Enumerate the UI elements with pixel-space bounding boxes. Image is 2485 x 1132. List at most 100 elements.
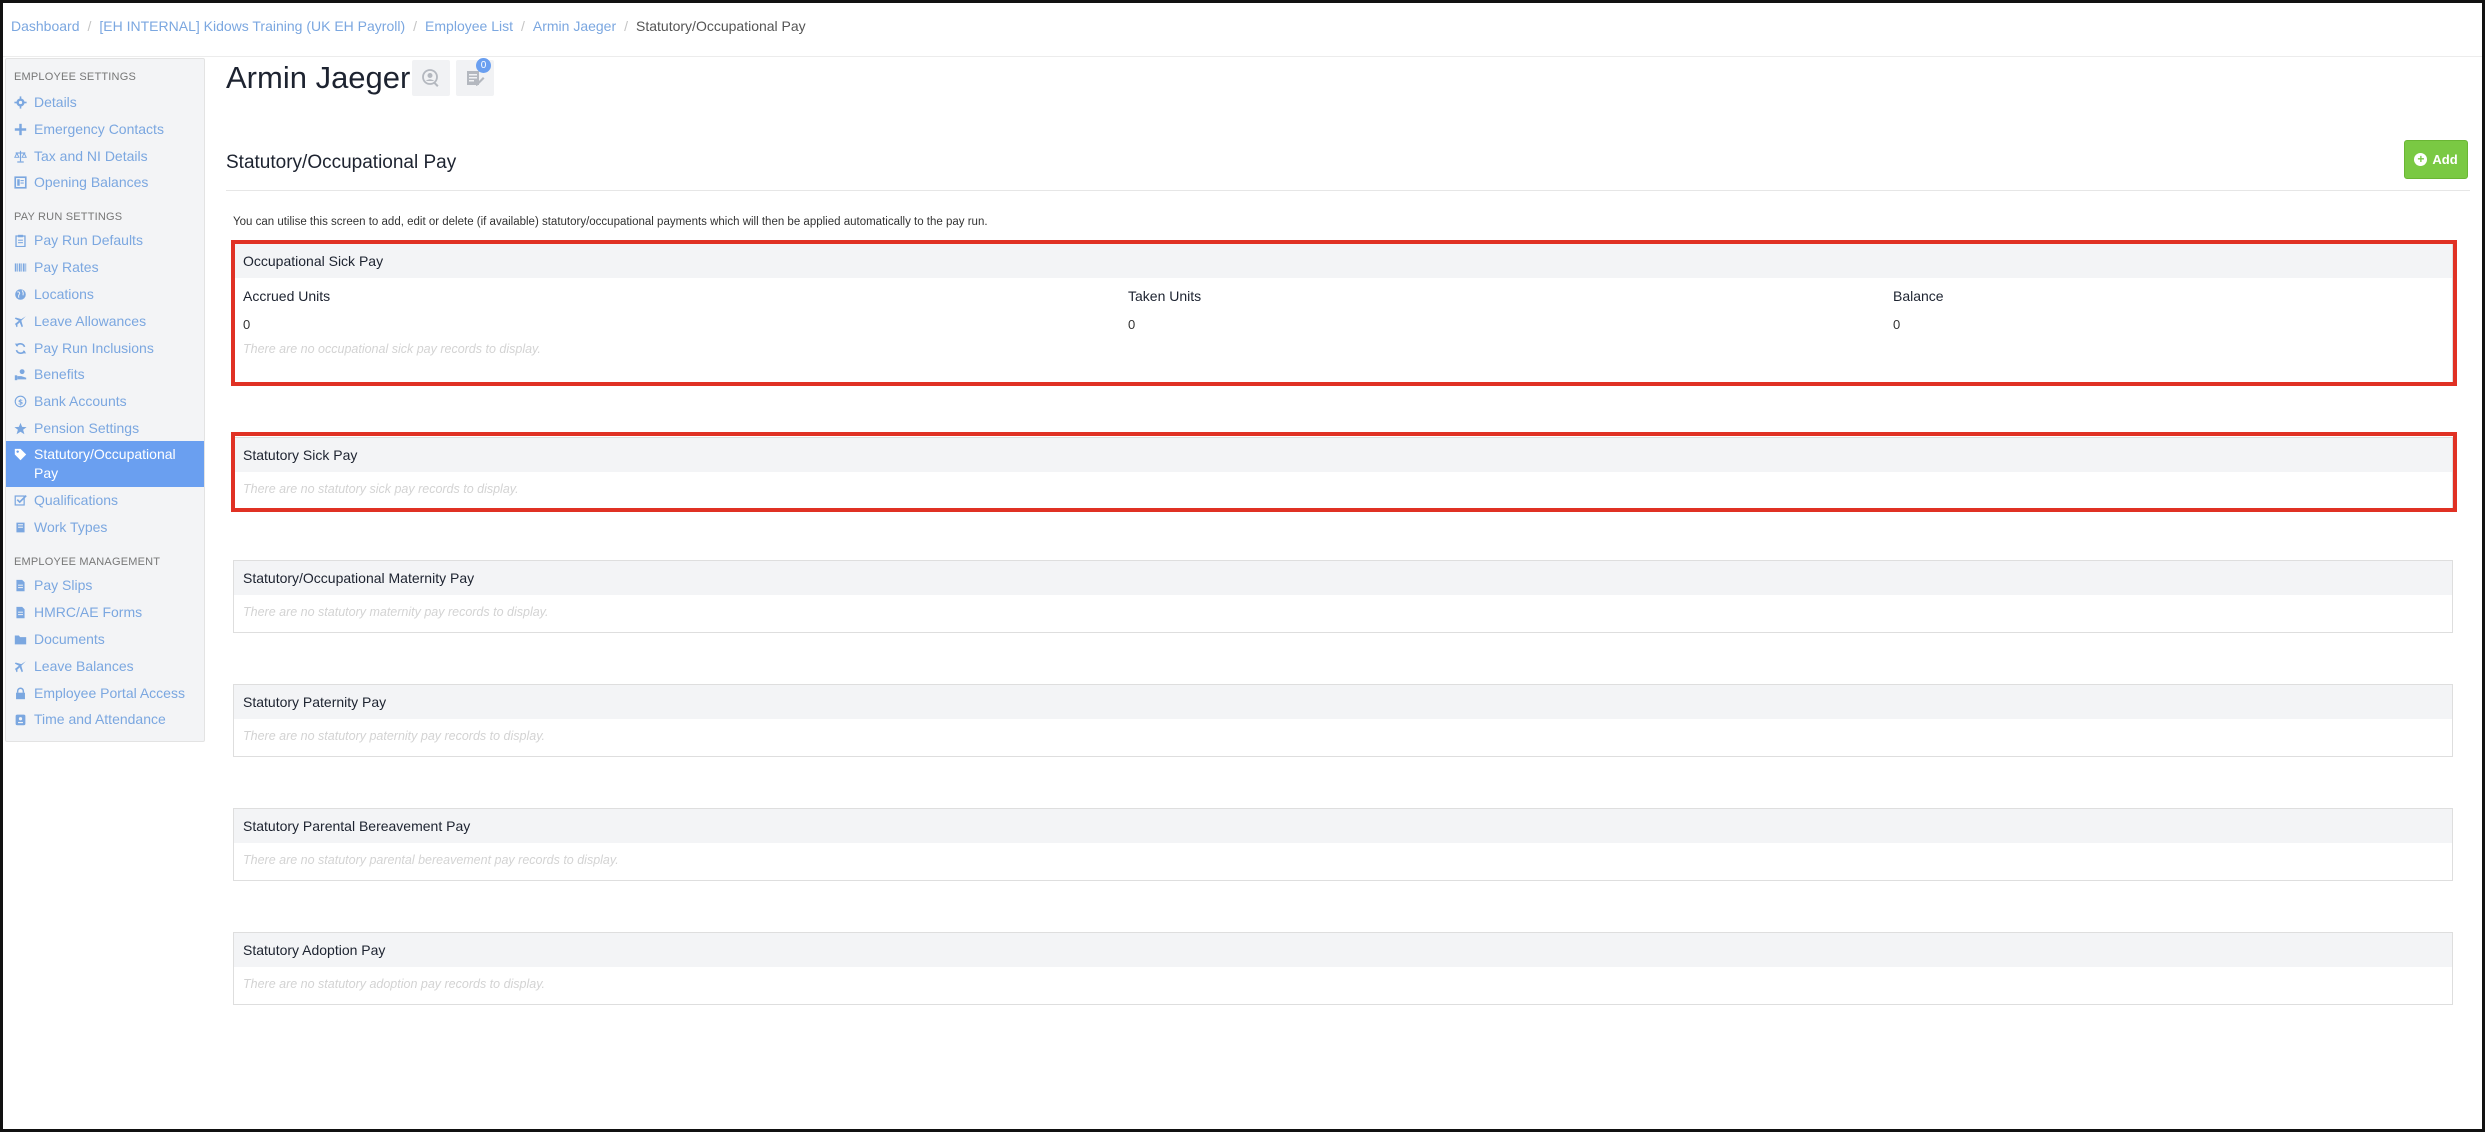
sidebar-item-label: Pay Run Inclusions	[34, 340, 154, 356]
sidebar-item-statutory-occupational-pay[interactable]: Statutory/Occupational Pay	[6, 441, 204, 487]
sidebar-item-pay-slips[interactable]: Pay Slips	[6, 576, 204, 595]
sidebar-section-employee-management: EMPLOYEE MANAGEMENT	[14, 556, 161, 568]
star-icon	[14, 422, 27, 435]
breadcrumb-employee[interactable]: Armin Jaeger	[533, 18, 616, 34]
book-icon	[14, 521, 27, 534]
sidebar-item-pay-run-inclusions[interactable]: Pay Run Inclusions	[6, 339, 204, 358]
sidebar-item-label: Statutory/Occupational Pay	[34, 446, 176, 481]
empty-message: There are no statutory paternity pay rec…	[243, 729, 546, 743]
ledger-icon	[14, 176, 27, 189]
sidebar-item-label: Leave Allowances	[34, 313, 147, 329]
sidebar-item-leave-balances[interactable]: Leave Balances	[6, 657, 204, 676]
sidebar-item-label: Tax and NI Details	[34, 148, 148, 164]
maternity-pay-panel: Statutory/Occupational Maternity Pay The…	[233, 560, 2453, 633]
sidebar-item-label: Time and Attendance	[34, 711, 166, 727]
dollar-circle-icon: $	[14, 395, 27, 408]
sidebar-item-label: Pension Settings	[34, 420, 140, 436]
sidebar-item-label: HMRC/AE Forms	[34, 604, 143, 620]
breadcrumb-separator: /	[87, 18, 92, 34]
svg-text:$: $	[18, 397, 23, 406]
notes-count-badge: 0	[476, 58, 491, 73]
intro-text: You can utilise this screen to add, edit…	[233, 216, 988, 228]
sidebar: EMPLOYEE SETTINGS Details Emergency Cont…	[5, 58, 205, 742]
sidebar-item-label: Leave Balances	[34, 658, 134, 674]
sidebar-item-emergency-contacts[interactable]: Emergency Contacts	[6, 120, 204, 139]
scales-icon	[14, 150, 27, 163]
sidebar-item-label: Work Types	[34, 519, 108, 535]
employee-name: Armin Jaeger	[226, 60, 411, 95]
sidebar-item-label: Benefits	[34, 366, 85, 382]
breadcrumb-separator: /	[520, 18, 525, 34]
sidebar-item-tax-ni-details[interactable]: Tax and NI Details	[6, 147, 204, 166]
sidebar-item-label: Pay Run Defaults	[34, 232, 143, 248]
sidebar-item-label: Documents	[34, 631, 105, 647]
gear-icon	[14, 96, 27, 109]
empty-message: There are no statutory adoption pay reco…	[243, 977, 546, 991]
time-card-icon	[14, 713, 27, 726]
empty-message: There are no statutory maternity pay rec…	[243, 605, 549, 619]
add-button-label: Add	[2432, 152, 2458, 167]
sidebar-item-bank-accounts[interactable]: $ Bank Accounts	[6, 392, 204, 411]
sidebar-item-label: Bank Accounts	[34, 393, 127, 409]
sidebar-item-details[interactable]: Details	[6, 93, 204, 112]
sidebar-section-employee-settings: EMPLOYEE SETTINGS	[14, 71, 136, 83]
panel-title: Statutory Parental Bereavement Pay	[234, 809, 2452, 843]
breadcrumb-current: Statutory/Occupational Pay	[636, 18, 806, 34]
tag-icon	[14, 448, 27, 461]
clipboard-icon	[14, 234, 27, 247]
breadcrumb: Dashboard / [EH INTERNAL] Kidows Trainin…	[11, 18, 806, 34]
employee-profile-button[interactable]	[412, 60, 450, 96]
barcode-icon	[14, 261, 27, 274]
lock-icon	[14, 687, 27, 700]
hand-coin-icon	[14, 368, 27, 381]
sidebar-item-label: Employee Portal Access	[34, 685, 185, 701]
sidebar-item-label: Qualifications	[34, 492, 119, 508]
sidebar-item-work-types[interactable]: Work Types	[6, 518, 204, 537]
sidebar-item-label: Pay Slips	[34, 577, 93, 593]
refresh-icon	[14, 342, 27, 355]
sidebar-section-pay-run-settings: PAY RUN SETTINGS	[14, 211, 123, 223]
panel-title: Statutory Adoption Pay	[234, 933, 2452, 967]
sidebar-item-label: Opening Balances	[34, 174, 149, 190]
sidebar-item-label: Pay Rates	[34, 259, 99, 275]
folder-icon	[14, 633, 27, 646]
breadcrumb-separator: /	[624, 18, 629, 34]
globe-icon	[14, 288, 27, 301]
parental-bereavement-pay-panel: Statutory Parental Bereavement Pay There…	[233, 808, 2453, 881]
paternity-pay-panel: Statutory Paternity Pay There are no sta…	[233, 684, 2453, 757]
notes-button[interactable]: 0	[456, 58, 494, 96]
sidebar-item-benefits[interactable]: Benefits	[6, 365, 204, 384]
sidebar-item-employee-portal-access[interactable]: Employee Portal Access	[6, 684, 204, 703]
plane-icon	[14, 660, 27, 673]
sidebar-item-pay-rates[interactable]: Pay Rates	[6, 258, 204, 277]
sidebar-item-label: Details	[34, 94, 77, 110]
user-search-icon	[421, 68, 441, 88]
top-divider	[3, 56, 2482, 57]
sidebar-item-pension-settings[interactable]: Pension Settings	[6, 419, 204, 438]
breadcrumb-employee-list[interactable]: Employee List	[425, 18, 513, 34]
title-divider	[226, 190, 2470, 191]
highlight-box	[231, 240, 2457, 386]
sidebar-item-pay-run-defaults[interactable]: Pay Run Defaults	[6, 231, 204, 250]
breadcrumb-dashboard[interactable]: Dashboard	[11, 18, 80, 34]
plus-icon	[14, 123, 27, 136]
plus-circle-icon: +	[2414, 153, 2428, 166]
add-button[interactable]: + Add	[2404, 140, 2468, 179]
breadcrumb-business[interactable]: [EH INTERNAL] Kidows Training (UK EH Pay…	[99, 18, 405, 34]
highlight-box	[231, 432, 2457, 512]
sidebar-item-documents[interactable]: Documents	[6, 630, 204, 649]
sidebar-item-locations[interactable]: Locations	[6, 285, 204, 304]
sidebar-item-hmrc-ae-forms[interactable]: HMRC/AE Forms	[6, 603, 204, 622]
document-icon	[14, 579, 27, 592]
sidebar-item-opening-balances[interactable]: Opening Balances	[6, 173, 204, 192]
empty-message: There are no statutory parental bereavem…	[243, 853, 619, 867]
sidebar-item-time-and-attendance[interactable]: Time and Attendance	[6, 710, 204, 729]
panel-title: Statutory/Occupational Maternity Pay	[234, 561, 2452, 595]
sidebar-item-label: Locations	[34, 286, 94, 302]
sidebar-item-label: Emergency Contacts	[34, 121, 164, 137]
sidebar-item-leave-allowances[interactable]: Leave Allowances	[6, 312, 204, 331]
plane-icon	[14, 315, 27, 328]
sidebar-item-qualifications[interactable]: Qualifications	[6, 491, 204, 510]
adoption-pay-panel: Statutory Adoption Pay There are no stat…	[233, 932, 2453, 1005]
breadcrumb-separator: /	[413, 18, 418, 34]
